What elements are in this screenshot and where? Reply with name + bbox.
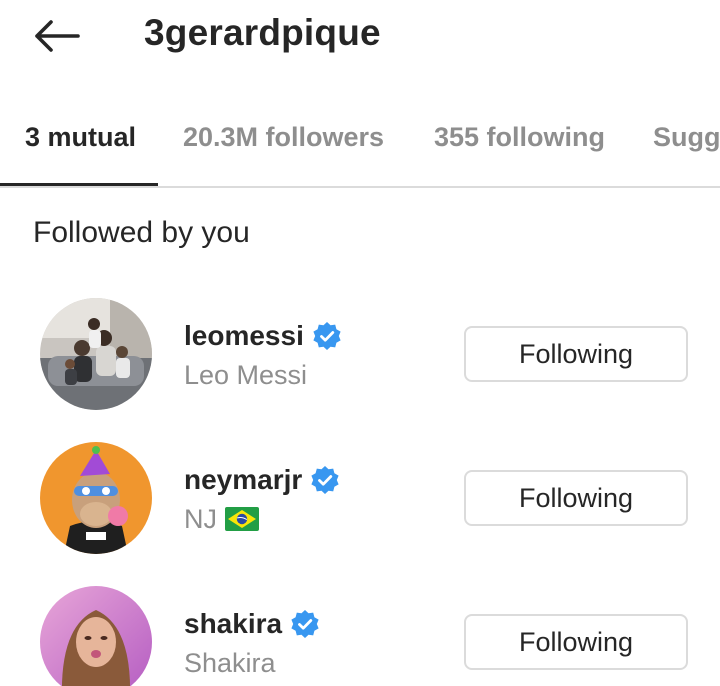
following-button[interactable]: Following [464,470,688,526]
username: leomessi [184,320,304,351]
verified-badge-icon [313,322,341,350]
list-item: leomessi Leo Messi Following [0,298,720,426]
tab-followers[interactable]: 20.3M followers [183,122,384,153]
tab-suggested[interactable]: Sugge [653,122,720,153]
username: shakira [184,608,283,639]
top-bar: 3gerardpique [0,0,720,72]
username-row[interactable]: neymarjr [184,462,340,498]
full-name: Shakira [184,647,276,678]
arrow-left-icon [35,20,80,52]
tab-bar: 3 mutual 20.3M followers 355 following S… [0,110,720,188]
tab-following[interactable]: 355 following [434,122,605,153]
username-row[interactable]: leomessi [184,318,342,354]
tab-mutual[interactable]: 3 mutual [25,122,136,153]
full-name: Leo Messi [184,359,308,390]
active-tab-indicator [0,183,158,186]
avatar[interactable] [40,298,152,410]
list-item: neymarjr NJ Following [0,442,720,570]
full-name-row: NJ [184,502,340,536]
verified-badge-icon [311,466,339,494]
avatar[interactable] [40,442,152,554]
brazil-flag-icon [225,507,259,531]
username: neymarjr [184,464,303,495]
full-name: NJ [184,503,217,534]
list-item: shakira Shakira Following [0,586,720,686]
username-row[interactable]: shakira [184,606,320,642]
back-button[interactable] [30,14,82,58]
avatar[interactable] [40,586,152,686]
section-title: Followed by you [33,216,250,249]
verified-badge-icon [291,610,319,638]
profile-username-title: 3gerardpique [144,12,381,53]
following-button[interactable]: Following [464,614,688,670]
following-button[interactable]: Following [464,326,688,382]
